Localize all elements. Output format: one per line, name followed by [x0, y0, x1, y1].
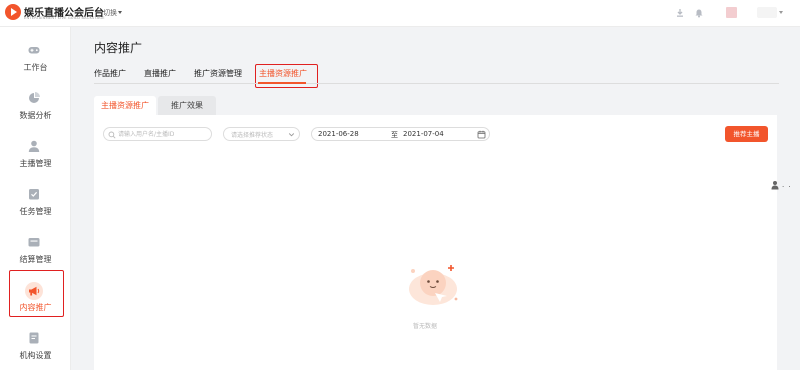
status-select[interactable]: 请选择推荐状态 — [223, 127, 300, 141]
sidebar-item-label: 主播管理 — [19, 159, 52, 168]
sidebar-item-label: 数据分析 — [19, 111, 52, 120]
sidebar-item-label: 机构设置 — [19, 351, 52, 360]
search-icon — [108, 131, 116, 139]
subtab-anchor-resource-promotion[interactable]: 主播资源推广 — [94, 96, 156, 115]
person-icon[interactable] — [770, 180, 780, 190]
page-title: 内容推广 — [94, 41, 143, 55]
sidebar-item-org-settings[interactable]: 机构设置 — [0, 325, 71, 370]
search-box[interactable] — [103, 127, 212, 141]
status-select-placeholder: 请选择推荐状态 — [231, 132, 274, 139]
logo-icon — [5, 4, 21, 20]
search-input[interactable] — [118, 129, 210, 140]
chevron-down-icon[interactable] — [779, 11, 783, 14]
date-range-picker[interactable]: 2021-06-28 至 2021-07-04 — [311, 127, 490, 141]
chevron-down-icon — [288, 133, 295, 137]
sidebar-item-label: 工作台 — [23, 63, 48, 72]
avatar[interactable] — [726, 7, 737, 18]
tab-works-promotion[interactable]: 作品推广 — [94, 68, 126, 79]
date-start[interactable]: 2021-06-28 — [318, 130, 359, 138]
sidebar-item-anchor-management[interactable]: 主播管理 — [0, 133, 71, 181]
top-tabs: 作品推广 直播推广 推广资源管理 主播资源推广 — [94, 64, 779, 84]
switch-link[interactable]: 切换 — [103, 8, 117, 18]
sidebar-item-task-management[interactable]: 任务管理 — [0, 181, 71, 229]
empty-state-icon — [409, 265, 458, 305]
calendar-icon[interactable] — [477, 130, 486, 139]
subtab-promotion-effect[interactable]: 推广效果 — [158, 96, 216, 115]
wallet-icon — [28, 238, 40, 247]
content-panel — [94, 115, 777, 370]
tab-anchor-resource-promotion[interactable]: 主播资源推广 — [259, 68, 307, 79]
gamepad-icon — [28, 47, 40, 54]
date-end[interactable]: 2021-07-04 — [403, 130, 444, 138]
document-icon — [29, 332, 39, 344]
empty-state-text: 暂无数据 — [413, 323, 438, 330]
task-icon — [29, 189, 39, 200]
more-icon[interactable]: · · — [782, 183, 792, 191]
top-bar: 娱乐直播公会后台 ENTERTAINMENT LIVE GUILD BACKST… — [0, 0, 800, 27]
active-tab-indicator — [258, 82, 306, 84]
recommend-anchor-button[interactable]: 推荐主播 — [725, 126, 768, 142]
caret-down-icon[interactable] — [118, 11, 122, 14]
sidebar: 工作台 数据分析 主播管理 任务管理 结算管理 内容推广 机构设置 — [0, 27, 71, 370]
tab-live-promotion[interactable]: 直播推广 — [144, 68, 176, 79]
user-menu[interactable] — [757, 7, 777, 18]
highlight-box-sidebar — [9, 270, 64, 317]
sidebar-item-label: 结算管理 — [19, 255, 52, 264]
sidebar-item-workbench[interactable]: 工作台 — [0, 37, 71, 85]
date-separator: 至 — [391, 131, 398, 139]
sidebar-item-data-analysis[interactable]: 数据分析 — [0, 85, 71, 133]
tab-resource-management[interactable]: 推广资源管理 — [194, 68, 242, 79]
app-subtitle: ENTERTAINMENT LIVE GUILD BACKSTAGE — [24, 16, 105, 20]
sidebar-item-label: 任务管理 — [19, 207, 52, 216]
user-icon — [28, 140, 40, 152]
pie-chart-icon — [29, 92, 40, 103]
bell-icon[interactable] — [694, 8, 704, 18]
download-icon[interactable] — [675, 8, 685, 18]
